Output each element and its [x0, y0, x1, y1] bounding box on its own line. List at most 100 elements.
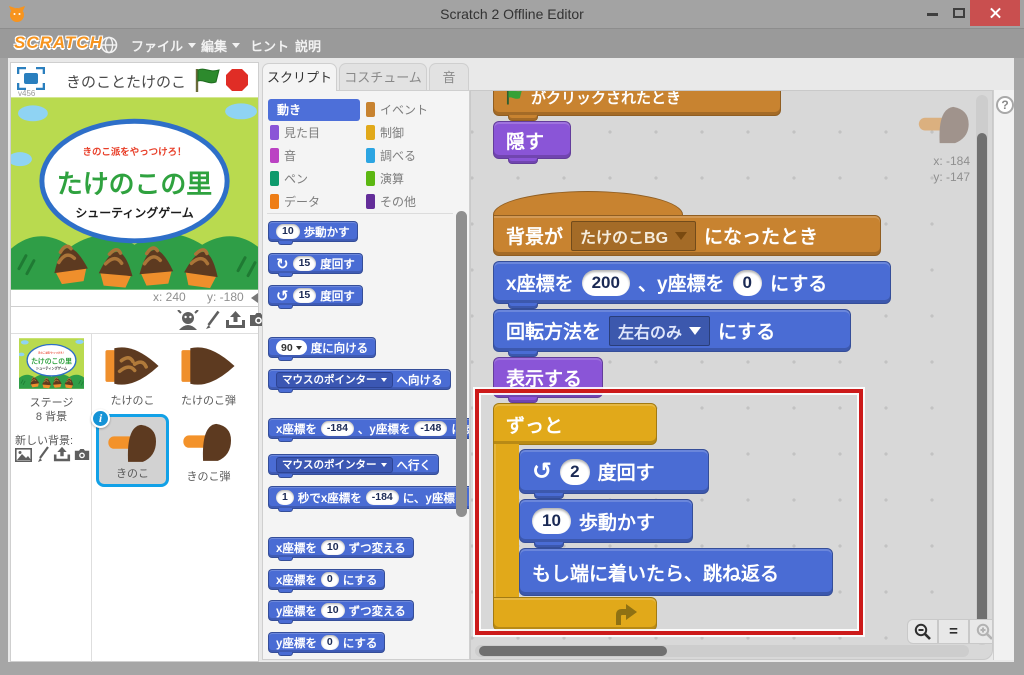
maximize-button[interactable] — [950, 0, 968, 26]
value-oval[interactable]: 10 — [276, 224, 300, 239]
palette-scrollbar[interactable] — [456, 211, 467, 517]
sprite-info-icon[interactable]: i — [91, 409, 110, 428]
minimize-button[interactable] — [924, 0, 942, 26]
dropdown-arrow-icon — [380, 462, 387, 467]
script-block-set-xy[interactable]: x座標を 200 、y座標を 0 にする — [493, 261, 891, 309]
sprite-card-kinoko-dan[interactable]: きのこ弾 — [172, 414, 245, 487]
category-sensing[interactable]: 調べる — [366, 147, 416, 164]
tab-costumes[interactable]: コスチューム — [339, 63, 427, 91]
rotation-style-dropdown[interactable]: 左右のみ — [609, 315, 711, 346]
palette-divider — [267, 213, 453, 214]
menu-file[interactable]: ファイル — [131, 36, 197, 55]
sprite-card-takenoko[interactable]: たけのこ — [96, 338, 169, 411]
menu-tips[interactable]: ヒント — [250, 36, 289, 55]
window-title: Scratch 2 Offline Editor — [440, 6, 584, 22]
dropdown-arrow-icon — [689, 326, 702, 335]
kinoko-dan-sprite-image — [183, 423, 231, 461]
palette-block-set-x[interactable]: x座標を 0 にする — [268, 569, 386, 593]
sprite-name: たけのこ — [110, 395, 155, 407]
sprite-y-readout: y: -147 — [933, 170, 970, 184]
camera-backdrop-icon[interactable] — [74, 448, 90, 461]
category-sound[interactable]: 音 — [270, 147, 296, 164]
chevron-down-icon — [188, 43, 197, 48]
takenoko-dan-sprite-image — [181, 347, 235, 385]
upload-sprite-icon[interactable] — [225, 310, 246, 330]
stage-thumbnail[interactable] — [19, 338, 84, 389]
mouse-x-readout: x: 240 — [153, 290, 186, 304]
language-globe-icon[interactable] — [100, 36, 118, 54]
sprite-card-takenoko-dan[interactable]: たけのこ弾 — [172, 338, 245, 411]
value-oval[interactable]: 0 — [732, 269, 762, 296]
value-oval[interactable]: 200 — [581, 269, 630, 296]
green-flag-icon — [506, 91, 522, 105]
upload-backdrop-icon[interactable] — [53, 446, 71, 463]
sprite-card-kinoko-selected[interactable]: きのこ i — [91, 409, 169, 487]
palette-block-point-direction[interactable]: 90 度に向ける — [268, 337, 377, 361]
stage-selector-column: ステージ 8 背景 新しい背景: — [11, 334, 92, 662]
palette-block-point-towards[interactable]: マウスのポインター へ向ける — [268, 369, 451, 393]
paint-backdrop-icon[interactable] — [37, 446, 50, 463]
palette-block-set-y[interactable]: y座標を 0 にする — [268, 632, 386, 656]
sprite-name: きのこ弾 — [186, 471, 231, 483]
category-events[interactable]: イベント — [366, 101, 428, 118]
dropdown-arrow-icon — [380, 377, 387, 382]
backdrop-dropdown[interactable]: たけのこBG — [571, 220, 697, 251]
scrollbar-thumb[interactable] — [479, 646, 667, 656]
help-button[interactable]: ? — [996, 96, 1014, 114]
sprite-name: たけのこ弾 — [181, 395, 236, 407]
category-motion[interactable]: 動き — [268, 99, 360, 121]
palette-block-change-y[interactable]: y座標を 10 ずつ変える — [268, 600, 414, 624]
category-data[interactable]: データ — [270, 193, 320, 210]
panel-collapse-arrow-icon[interactable] — [251, 293, 258, 303]
palette-block-turn-cw[interactable]: ↻ 15 度回す — [268, 253, 363, 277]
stage-header: v456 きのことたけのこ — [11, 63, 258, 98]
palette-block-goto-pointer[interactable]: マウスのポインター へ行く — [268, 454, 439, 478]
tab-scripts[interactable]: スクリプト — [262, 63, 337, 91]
script-block-when-backdrop-switches[interactable]: 背景が たけのこBG になったとき — [493, 215, 881, 256]
backdrop-hat-curve[interactable] — [493, 191, 683, 217]
fullscreen-button[interactable] — [17, 67, 45, 90]
script-block-set-rotation-style[interactable]: 回転方法を 左右のみ にする — [493, 309, 851, 357]
scratch-logo[interactable]: SCRATCH — [14, 33, 103, 53]
script-block-when-flag-clicked[interactable]: がクリックされたとき — [493, 91, 781, 121]
palette-block-glide[interactable]: 1秒でx座標を -184に、y座標を -148 — [268, 486, 469, 512]
zoom-out-button[interactable] — [907, 619, 938, 644]
turn-ccw-icon: ↺ — [276, 287, 289, 305]
zoom-reset-button[interactable]: = — [938, 619, 969, 644]
category-operators[interactable]: 演算 — [366, 170, 404, 187]
scrollbar-thumb[interactable] — [977, 133, 987, 641]
script-horizontal-scrollbar[interactable] — [475, 645, 969, 657]
new-sprite-library-icon[interactable] — [177, 310, 199, 331]
menu-about[interactable]: 説明 — [295, 36, 321, 55]
palette-block-change-x[interactable]: x座標を 10 ずつ変える — [268, 537, 414, 561]
project-title: きのことたけのこ — [66, 74, 187, 91]
category-more[interactable]: その他 — [366, 193, 416, 210]
backdrop-library-icon[interactable] — [15, 448, 32, 462]
new-sprite-toolbar — [11, 307, 267, 334]
category-pen[interactable]: ペン — [270, 170, 308, 187]
script-vertical-scrollbar[interactable] — [976, 95, 988, 645]
zoom-in-button[interactable] — [969, 619, 992, 644]
close-button[interactable] — [970, 0, 1020, 26]
sprite-section: ステージ 8 背景 新しい背景: たけのこ たけのこ弾 きのこ i きのこ弾 — [11, 306, 267, 662]
tips-drawer-strip: ? — [993, 90, 1014, 660]
dropdown-arrow-icon — [675, 231, 688, 240]
paint-new-sprite-icon[interactable] — [205, 310, 221, 330]
tab-sounds[interactable]: 音 — [429, 63, 469, 91]
chevron-down-icon — [232, 43, 241, 48]
stage-display[interactable] — [11, 97, 258, 290]
script-block-hide[interactable]: 隠す — [493, 121, 571, 164]
script-area[interactable]: がクリックされたとき 隠す 背景が たけのこBG になったとき x座標を 200 … — [470, 90, 993, 660]
palette-block-goto-xy[interactable]: x座標を-184 、y座標を-148 にする — [268, 418, 469, 442]
takenoko-sprite-image — [103, 345, 161, 387]
category-control[interactable]: 制御 — [366, 124, 404, 141]
category-looks[interactable]: 見た目 — [270, 124, 320, 141]
stop-button[interactable] — [225, 68, 249, 92]
palette-block-turn-ccw[interactable]: ↺ 15 度回す — [268, 285, 363, 309]
green-flag-button[interactable] — [194, 67, 221, 93]
menu-edit[interactable]: 編集 — [201, 36, 241, 55]
stage-mouse-coords: x: 240 y: -180 — [11, 290, 258, 306]
palette-block-move[interactable]: 10 歩動かす — [268, 221, 358, 245]
backdrop-count: 8 背景 — [35, 411, 68, 423]
dragged-sprite-ghost — [918, 106, 969, 144]
